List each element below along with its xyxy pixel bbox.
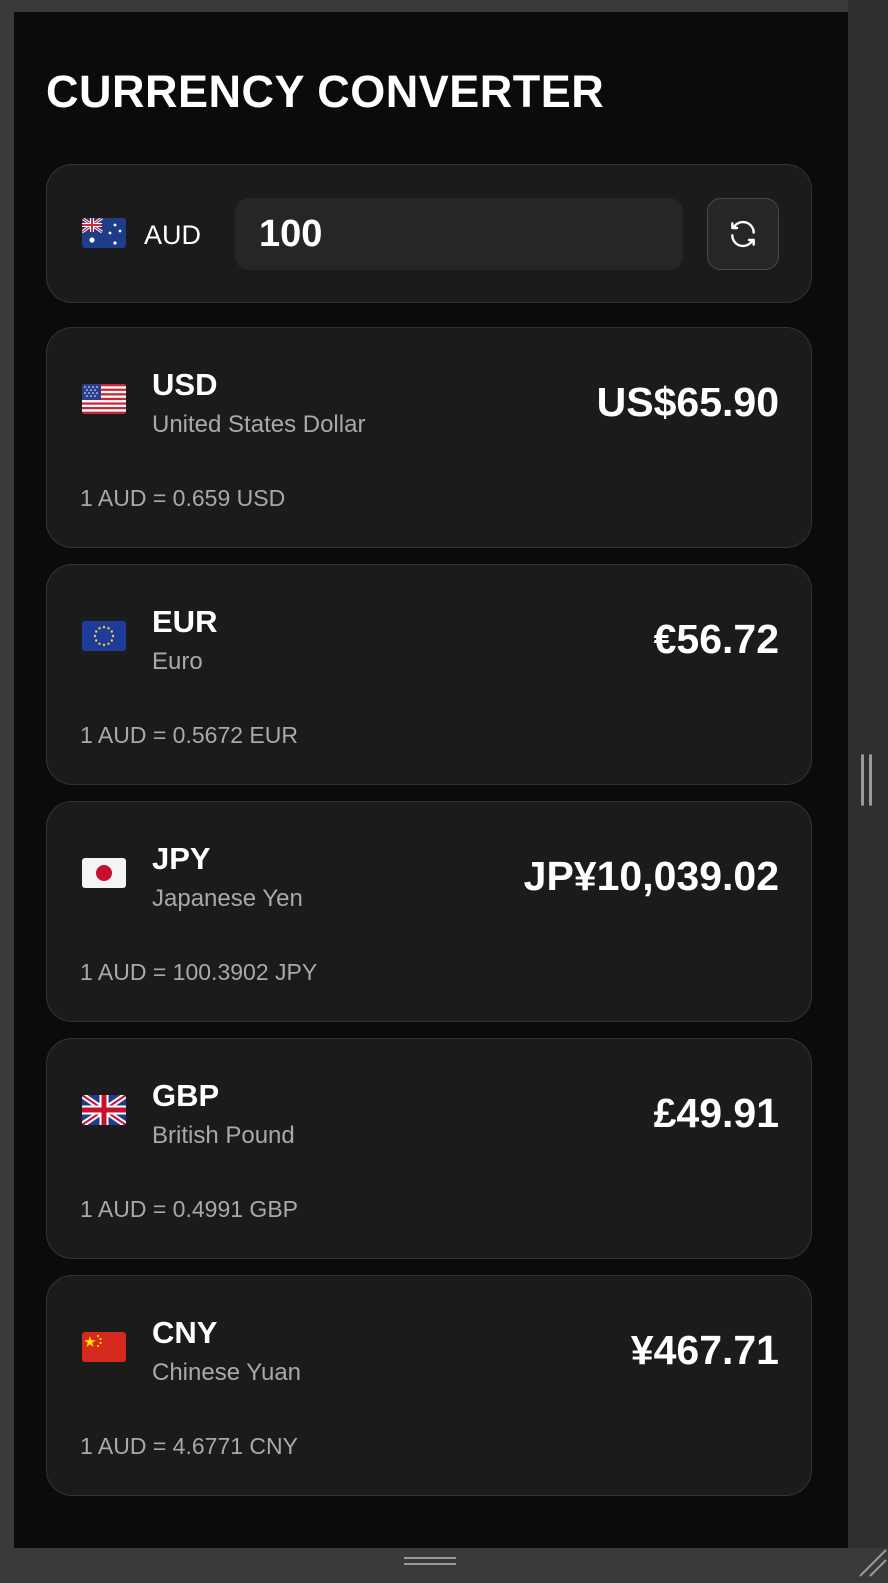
panel-resize-handle[interactable]	[861, 754, 873, 806]
resize-corner-icon[interactable]	[858, 1548, 888, 1578]
refresh-icon	[731, 220, 755, 248]
united-kingdom-flag-icon	[82, 1095, 126, 1125]
australia-flag-icon[interactable]	[82, 218, 126, 248]
currency-code: CNY	[152, 1315, 218, 1350]
currency-name: Japanese Yen	[152, 885, 303, 912]
exchange-rate: 1 AUD = 0.4991 GBP	[80, 1196, 298, 1222]
united-states-flag-icon	[82, 384, 126, 414]
converted-value: £49.91	[653, 1090, 779, 1136]
refresh-button[interactable]	[707, 198, 779, 270]
rate-card-usd: USD United States Dollar US$65.90 1 AUD …	[46, 327, 812, 548]
converted-value: JP¥10,039.02	[523, 853, 779, 899]
converted-value: US$65.90	[596, 379, 779, 425]
page-title: CURRENCY CONVERTER	[46, 66, 605, 117]
rate-card-jpy: JPY Japanese Yen JP¥10,039.02 1 AUD = 10…	[46, 801, 812, 1022]
base-currency-code[interactable]: AUD	[144, 218, 201, 252]
bottom-drag-handle[interactable]	[404, 1557, 456, 1565]
currency-name: Chinese Yuan	[152, 1359, 302, 1386]
japan-flag-icon	[82, 858, 126, 888]
converted-value: ¥467.71	[630, 1327, 779, 1373]
exchange-rate: 1 AUD = 100.3902 JPY	[80, 959, 318, 985]
rate-card-eur: EUR Euro €56.72 1 AUD = 0.5672 EUR	[46, 564, 812, 785]
amount-input[interactable]	[235, 198, 683, 270]
china-flag-icon	[82, 1332, 126, 1362]
currency-name: United States Dollar	[152, 411, 366, 438]
currency-name: Euro	[152, 648, 203, 675]
window-top-border	[0, 0, 888, 12]
currency-code: USD	[152, 367, 218, 402]
window-left-border	[0, 0, 14, 1578]
exchange-rate: 1 AUD = 0.659 USD	[80, 485, 286, 511]
european-union-flag-icon	[82, 621, 126, 651]
exchange-rate: 1 AUD = 0.5672 EUR	[80, 722, 298, 748]
exchange-rate: 1 AUD = 4.6771 CNY	[80, 1433, 298, 1459]
base-amount-card: AUD	[46, 164, 812, 303]
currency-code: JPY	[152, 841, 211, 876]
currency-code: GBP	[152, 1078, 220, 1113]
rate-card-cny: CNY Chinese Yuan ¥467.71 1 AUD = 4.6771 …	[46, 1275, 812, 1496]
currency-code: EUR	[152, 604, 218, 639]
rate-card-gbp: GBP British Pound £49.91 1 AUD = 0.4991 …	[46, 1038, 812, 1259]
currency-name: British Pound	[152, 1122, 295, 1149]
converted-value: €56.72	[653, 616, 779, 662]
currency-converter-app: CURRENCY CONVERTER AUD 100 USD United St…	[14, 12, 848, 1548]
